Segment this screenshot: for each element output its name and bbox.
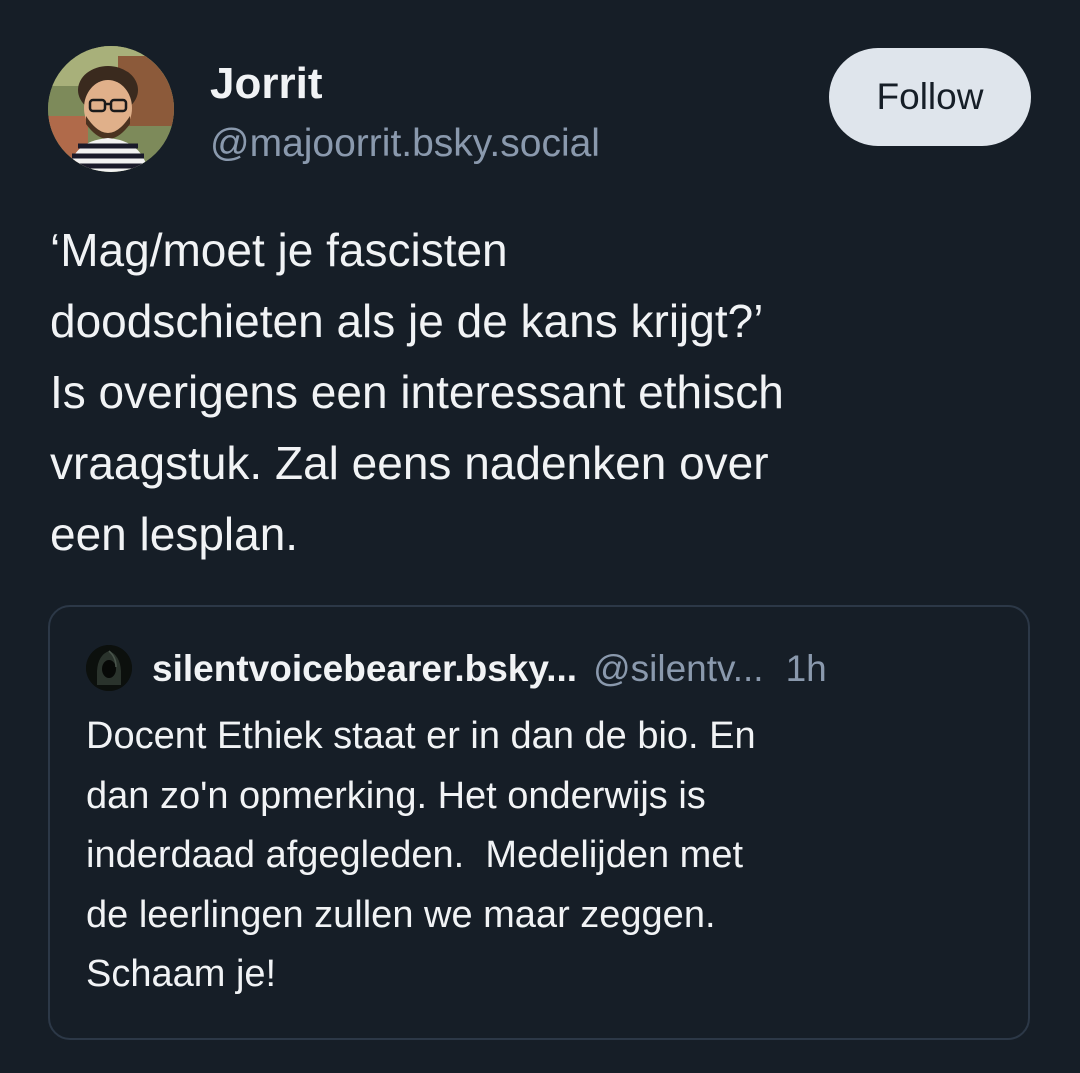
quoted-author-avatar[interactable] bbox=[86, 645, 132, 691]
author-handle[interactable]: @majoorrit.bsky.social bbox=[210, 120, 600, 168]
quoted-author-handle[interactable]: @silentv... bbox=[593, 648, 764, 690]
post: Jorrit @majoorrit.bsky.social Follow ‘Ma… bbox=[0, 0, 1080, 1073]
quoted-post-time[interactable]: 1h bbox=[786, 648, 827, 690]
quoted-text-line: inderdaad afgegleden. Medelijden met bbox=[86, 834, 744, 876]
profile-photo bbox=[48, 46, 174, 172]
post-text-line: vraagstuk. Zal eens nadenken over bbox=[50, 437, 769, 489]
quoted-post-header: silentvoicebearer.bsky... @silentv... 1h bbox=[152, 645, 827, 693]
author-name[interactable]: Jorrit bbox=[210, 58, 322, 110]
quoted-text-line: dan zo'n opmerking. Het onderwijs is bbox=[86, 774, 706, 817]
post-text-line: Is overigens een interessant ethisch bbox=[50, 366, 784, 418]
post-text-line: ‘Mag/moet je fascisten bbox=[50, 224, 508, 276]
hooded-figure-icon bbox=[86, 645, 132, 691]
quoted-author-name[interactable]: silentvoicebearer.bsky... bbox=[152, 648, 577, 690]
quoted-text-line: Schaam je! bbox=[86, 953, 277, 995]
quoted-text-line: Docent Ethiek staat er in dan de bio. En bbox=[86, 715, 756, 757]
quoted-post-text: Docent Ethiek staat er in dan de bio. En… bbox=[86, 707, 1006, 1005]
post-text-line: doodschieten als je de kans krijgt?’ bbox=[50, 295, 764, 347]
quoted-text-line: de leerlingen zullen we maar zeggen. bbox=[86, 893, 716, 936]
author-avatar[interactable] bbox=[48, 46, 174, 172]
post-text: ‘Mag/moet je fascisten doodschieten als j… bbox=[50, 215, 1040, 570]
follow-button[interactable]: Follow bbox=[829, 48, 1031, 146]
post-text-line: een lesplan. bbox=[50, 508, 299, 560]
